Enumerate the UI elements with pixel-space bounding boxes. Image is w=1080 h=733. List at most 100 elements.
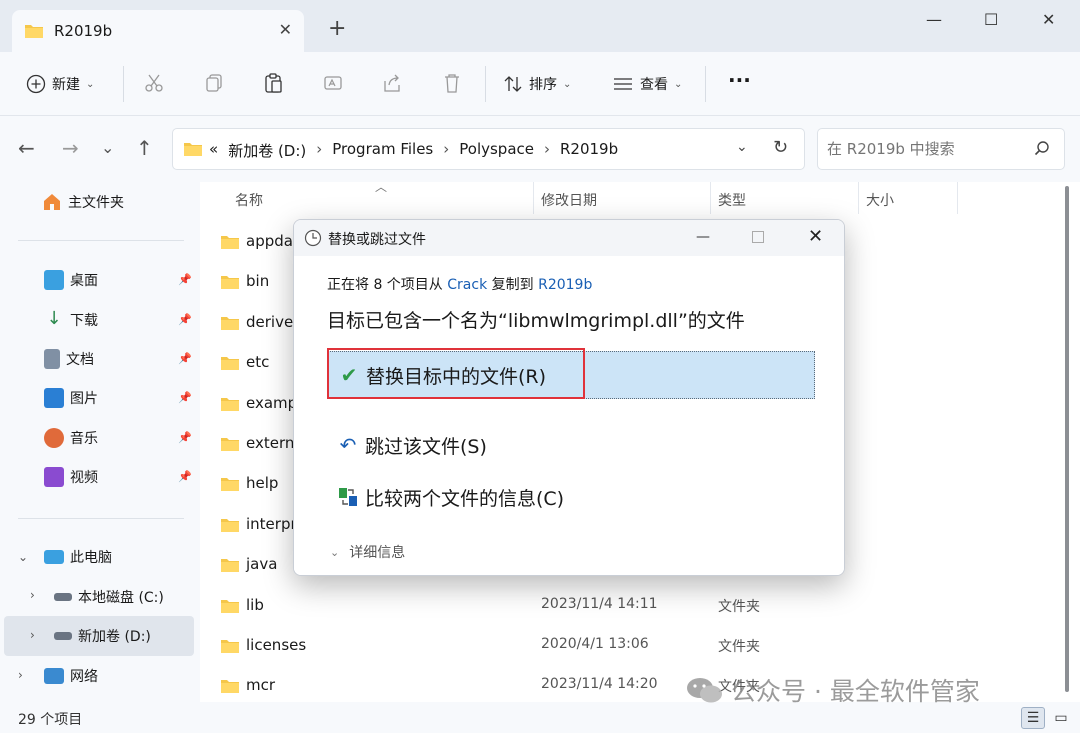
sort-icon bbox=[504, 76, 522, 92]
sidebar-item-label: 音乐 bbox=[70, 431, 98, 447]
delete-icon[interactable] bbox=[441, 72, 463, 94]
breadcrumb-item[interactable]: Program Files bbox=[332, 140, 433, 161]
forward-arrow-icon[interactable]: → bbox=[62, 138, 79, 158]
desktop-icon bbox=[44, 270, 64, 290]
breadcrumb: « 新加卷 (D:) › Program Files › Polyspace ›… bbox=[209, 140, 618, 161]
search-input[interactable] bbox=[827, 140, 1027, 158]
folder-icon bbox=[221, 640, 239, 653]
refresh-icon[interactable]: ↻ bbox=[773, 137, 788, 158]
breadcrumb-item[interactable]: 新加卷 (D:) bbox=[228, 140, 306, 161]
view-button[interactable]: 查看 ⌄ bbox=[612, 74, 682, 94]
file-name: etc bbox=[246, 353, 270, 372]
skip-file-option[interactable]: ↶ 跳过该文件(S) bbox=[327, 421, 815, 469]
compare-icon bbox=[339, 488, 357, 506]
cut-icon[interactable] bbox=[143, 72, 165, 94]
address-bar[interactable]: « 新加卷 (D:) › Program Files › Polyspace ›… bbox=[172, 128, 805, 170]
file-name: mcr bbox=[246, 676, 276, 695]
file-name: bin bbox=[246, 272, 270, 291]
drive-icon bbox=[54, 632, 72, 640]
dialog-maximize-button[interactable] bbox=[752, 231, 764, 243]
item-count: 29 个项目 bbox=[18, 712, 83, 728]
rename-icon[interactable] bbox=[322, 72, 344, 94]
destination-folder-link[interactable]: R2019b bbox=[538, 277, 592, 293]
paste-icon[interactable] bbox=[262, 72, 284, 94]
folder-icon bbox=[221, 236, 239, 249]
drive-icon bbox=[54, 593, 72, 601]
column-divider bbox=[858, 182, 859, 214]
up-arrow-icon[interactable]: ↑ bbox=[136, 138, 153, 158]
collapse-chevron-icon[interactable]: ⌄ bbox=[18, 550, 28, 564]
new-button[interactable]: 新建 ⌄ bbox=[26, 74, 94, 94]
download-icon: ↓ bbox=[46, 308, 62, 329]
dialog-close-button[interactable]: ✕ bbox=[808, 226, 823, 247]
column-divider bbox=[710, 182, 711, 214]
file-type: 文件夹 bbox=[718, 598, 760, 615]
tiles-view-icon[interactable]: ▭ bbox=[1049, 707, 1073, 729]
dialog-title-bar: 替换或跳过文件 — ✕ bbox=[294, 220, 844, 256]
toolbar-divider bbox=[705, 66, 706, 102]
folder-icon bbox=[221, 518, 239, 532]
compare-files-option[interactable]: 比较两个文件的信息(C) bbox=[327, 473, 815, 521]
recent-locations-icon[interactable]: ⌄ bbox=[101, 138, 114, 158]
sort-button[interactable]: 排序 ⌄ bbox=[503, 74, 571, 94]
folder-icon bbox=[221, 438, 239, 451]
column-header-modified[interactable]: 修改日期 bbox=[541, 190, 597, 210]
sidebar-item-label: 下载 bbox=[70, 313, 98, 329]
copy-progress-text: 正在将 8 个项目从 Crack 复制到 R2019b bbox=[327, 274, 592, 294]
details-view-icon[interactable]: ☰ bbox=[1021, 707, 1045, 729]
column-divider bbox=[533, 182, 534, 214]
chevron-right-icon: › bbox=[316, 140, 323, 158]
view-label: 查看 bbox=[640, 77, 668, 93]
more-options-button[interactable]: ··· bbox=[728, 68, 751, 92]
clock-icon bbox=[304, 229, 322, 247]
minimize-button[interactable]: — bbox=[926, 10, 942, 29]
column-divider bbox=[957, 182, 958, 214]
maximize-button[interactable]: ☐ bbox=[984, 10, 998, 29]
breadcrumb-item[interactable]: R2019b bbox=[560, 140, 618, 161]
column-header-size[interactable]: 大小 bbox=[866, 190, 894, 210]
expand-chevron-icon[interactable]: › bbox=[30, 588, 35, 602]
file-type: 文件夹 bbox=[718, 639, 760, 655]
folder-icon bbox=[221, 559, 239, 573]
breadcrumb-item[interactable]: Polyspace bbox=[459, 140, 534, 161]
search-icon[interactable] bbox=[1034, 140, 1050, 156]
column-header-type[interactable]: 类型 bbox=[718, 190, 746, 210]
details-toggle[interactable]: ⌄ 详细信息 bbox=[330, 542, 405, 562]
folder-icon bbox=[221, 316, 239, 330]
sidebar-item-label: 此电脑 bbox=[70, 550, 112, 566]
navigation-pane: 主文件夹 桌面 📌 ↓ 下载 📌 文档 📌 图片 📌 音乐 📌 视频 📌 ⌄ 此… bbox=[0, 182, 200, 702]
expand-chevron-icon[interactable]: › bbox=[30, 628, 35, 642]
tab-r2019b[interactable]: R2019b ✕ bbox=[12, 10, 304, 52]
tab-close-icon[interactable]: ✕ bbox=[279, 20, 292, 39]
address-history-chevron-icon[interactable]: ⌄ bbox=[736, 139, 748, 155]
file-modified: 2023/11/4 14:11 bbox=[541, 595, 658, 612]
column-header-name[interactable]: 名称 bbox=[235, 190, 263, 210]
sidebar-item-label: 新加卷 (D:) bbox=[78, 629, 151, 645]
highlight-box bbox=[327, 348, 585, 399]
chevron-right-icon: › bbox=[544, 140, 550, 158]
chevron-down-icon: ⌄ bbox=[674, 78, 683, 90]
search-box[interactable] bbox=[817, 128, 1065, 170]
close-window-button[interactable]: ✕ bbox=[1042, 10, 1055, 29]
scrollbar[interactable] bbox=[1065, 186, 1069, 692]
folder-icon bbox=[221, 599, 239, 613]
table-row[interactable]: licenses 2020/4/1 13:06 文件夹 bbox=[220, 626, 1060, 666]
back-arrow-icon[interactable]: ← bbox=[18, 138, 35, 158]
share-icon[interactable] bbox=[381, 72, 403, 94]
new-tab-button[interactable]: + bbox=[328, 18, 346, 40]
folder-icon bbox=[221, 397, 239, 411]
chevron-down-icon: ⌄ bbox=[86, 78, 95, 90]
breadcrumb-overflow[interactable]: « bbox=[209, 140, 218, 161]
expand-chevron-icon[interactable]: › bbox=[18, 668, 23, 682]
file-name: extern bbox=[246, 434, 295, 452]
sidebar-item-label: 主文件夹 bbox=[68, 195, 124, 211]
video-icon bbox=[44, 467, 64, 487]
sidebar-item-label: 桌面 bbox=[70, 273, 98, 289]
dialog-minimize-button[interactable]: — bbox=[696, 229, 710, 245]
copy-text-mid: 复制到 bbox=[491, 277, 534, 293]
computer-icon bbox=[44, 550, 64, 564]
table-row[interactable]: lib 2023/11/4 14:11 文件夹 bbox=[220, 586, 1060, 626]
copy-icon[interactable] bbox=[203, 72, 225, 94]
source-folder-link[interactable]: Crack bbox=[447, 277, 487, 293]
dialog-title: 替换或跳过文件 bbox=[328, 232, 426, 248]
